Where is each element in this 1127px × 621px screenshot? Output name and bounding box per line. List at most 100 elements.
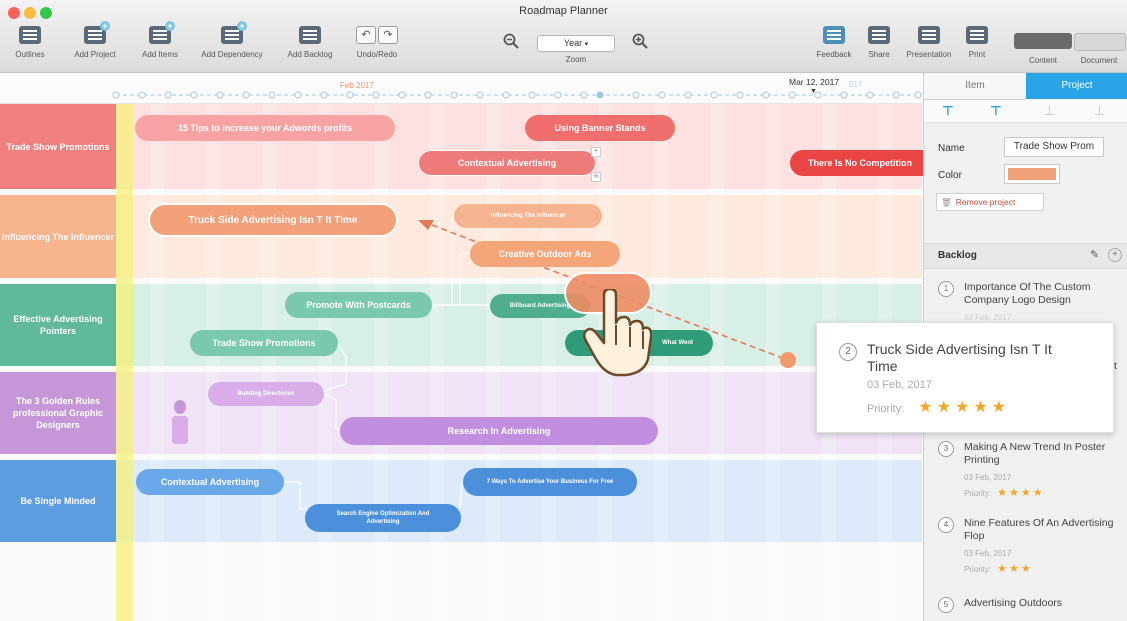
priority-stars: ★★★ [997,563,1033,575]
toolbar: Roadmap Planner Outlines Add Project Add… [0,0,1127,73]
zoom-out-icon[interactable] [503,33,519,49]
print-button[interactable]: Print [962,26,992,59]
add-backlog-icon[interactable]: + [1108,248,1122,262]
add-link-handle[interactable]: + [591,147,601,157]
document-label: Document [1080,56,1118,65]
dragged-backlog-card[interactable]: 2 Truck Side Advertising Isn T It Time 0… [816,322,1114,433]
print-icon [966,26,988,44]
task-bar[interactable]: Influencing The Influencer [454,204,602,228]
task-bar[interactable]: Building Directories [208,382,324,406]
align-baseline-icon[interactable]: ⊥ [1094,103,1105,119]
backlog-item[interactable]: 4 Nine Features Of An Advertising Flop 0… [938,517,1124,575]
backlog-item-title: Advertising Outdoors [964,597,1063,609]
name-label: Name [938,143,965,154]
undo-redo-group: ↶ ↷ Undo/Redo [350,26,404,59]
task-bar[interactable]: Contextual Advertising [136,469,284,495]
zoom-select[interactable]: Year ▾ [537,35,615,52]
task-bar[interactable]: Promote With Postcards [285,292,432,318]
feedback-label: Feedback [816,50,852,59]
task-bar[interactable]: Research In Advertising [340,417,658,445]
task-bar[interactable]: There Is No Competition [790,150,930,176]
remove-project-button[interactable]: 🗑 Remove project [936,193,1044,211]
task-bar-selected[interactable]: Truck Side Advertising Isn T It Time [150,205,396,235]
task-bar[interactable]: Creative Outdoor Ads [470,241,620,267]
content-label: Content [1028,56,1058,65]
share-button[interactable]: Share [864,26,894,59]
backlog-item-title: Importance Of The Custom Company Logo De… [964,281,1091,306]
add-dependency-icon [221,21,247,44]
add-items-button[interactable]: Add Items [136,21,184,59]
backlog-header: Backlog ✎ + [924,243,1127,269]
outlines-label: Outlines [15,50,45,59]
backlog-item-date: 03 Feb, 2017 [964,549,1012,558]
card-number: 2 [839,343,857,361]
color-well[interactable] [1004,164,1060,184]
milestone-icon[interactable] [174,400,186,414]
add-project-button[interactable]: Add Project [66,21,124,59]
trash-icon: 🗑 [941,197,952,207]
timeline-month-label: Feb 2017 [340,81,374,90]
resize-handle[interactable]: % [591,172,601,182]
add-project-icon [84,21,110,44]
card-priority-stars: ★★★★★ [918,399,1010,416]
task-bar[interactable]: 15 Tips to increase your Adwords profits [135,115,395,141]
undo-redo-label: Undo/Redo [356,50,398,59]
backlog-number: 1 [938,281,954,297]
zoom-label: Zoom [565,55,587,64]
add-dependency-button[interactable]: Add Dependency [196,21,268,59]
content-view-toggle[interactable] [1014,33,1072,49]
tab-item[interactable]: Item [924,73,1026,100]
remove-project-label: Remove project [955,197,1016,207]
print-label: Print [968,50,986,59]
tab-project[interactable]: Project [1026,73,1127,99]
redo-icon[interactable]: ↷ [378,26,398,44]
task-bar[interactable]: Search Engine Optimization And Advertisi… [305,504,461,532]
feedback-button[interactable]: Feedback [814,26,854,59]
add-backlog-icon [299,26,321,44]
timeline-ruler[interactable]: Feb 2017 Mar 12, 2017 017 ▼ [0,73,922,104]
presentation-label: Presentation [906,50,952,59]
undo-icon[interactable]: ↶ [356,26,376,44]
task-bar[interactable]: Using Banner Stands [525,115,675,141]
add-backlog-label: Add Backlog [287,50,333,59]
align-top-icon[interactable]: ⊤ [942,103,954,119]
backlog-item-priority: Priority: ★★★★ [964,486,1045,499]
backlog-item-date: 03 Feb, 2017 [964,313,1012,322]
outlines-button[interactable]: Outlines [10,26,50,59]
inspector-tabs: Item Project [924,73,1127,100]
card-priority: Priority: ★★★★★ [867,397,1010,417]
alignment-bar: ⊤ ⊤ ⊥ ⊥ [924,100,1127,123]
task-bar[interactable]: Trade Show Promotions [190,330,338,356]
priority-label: Priority: [964,565,992,574]
add-items-icon [149,21,175,44]
backlog-item[interactable]: 5 Advertising Outdoors [938,597,1124,617]
timeline-marker-icon[interactable]: ▼ [810,88,817,95]
milestone-marker[interactable] [172,416,188,444]
add-backlog-button[interactable]: Add Backlog [282,26,338,59]
align-bottom-icon[interactable]: ⊥ [1044,103,1055,119]
presentation-icon [918,26,940,44]
outlines-icon [19,26,41,44]
color-swatch [1008,168,1056,180]
backlog-number: 4 [938,517,954,533]
feedback-icon [823,26,845,44]
dependency-lines [284,215,796,510]
timeline-ghost-label: 017 [849,80,863,89]
card-title: Truck Side Advertising Isn T It Time [867,341,1052,374]
task-bar[interactable]: 7 Ways To Advertise Your Business For Fr… [463,468,637,496]
task-bar[interactable]: Contextual Advertising [418,150,596,176]
project-name-field[interactable]: Trade Show Prom [1004,137,1104,157]
timeline-current-date: Mar 12, 2017 [789,77,840,87]
backlog-title: Backlog [938,250,977,261]
timeline-dots [112,91,922,99]
priority-stars: ★★★★ [997,487,1045,499]
edit-pencil-icon[interactable]: ✎ [1090,248,1099,261]
align-middle-icon[interactable]: ⊤ [990,103,1002,119]
backlog-item-title: Making A New Trend In Poster Printing [964,441,1106,466]
presentation-button[interactable]: Presentation [900,26,958,59]
priority-label: Priority: [964,489,992,498]
zoom-in-icon[interactable] [632,33,648,49]
backlog-item[interactable]: 3 Making A New Trend In Poster Printing … [938,441,1124,499]
color-label: Color [938,170,962,181]
document-view-toggle[interactable] [1074,33,1126,51]
